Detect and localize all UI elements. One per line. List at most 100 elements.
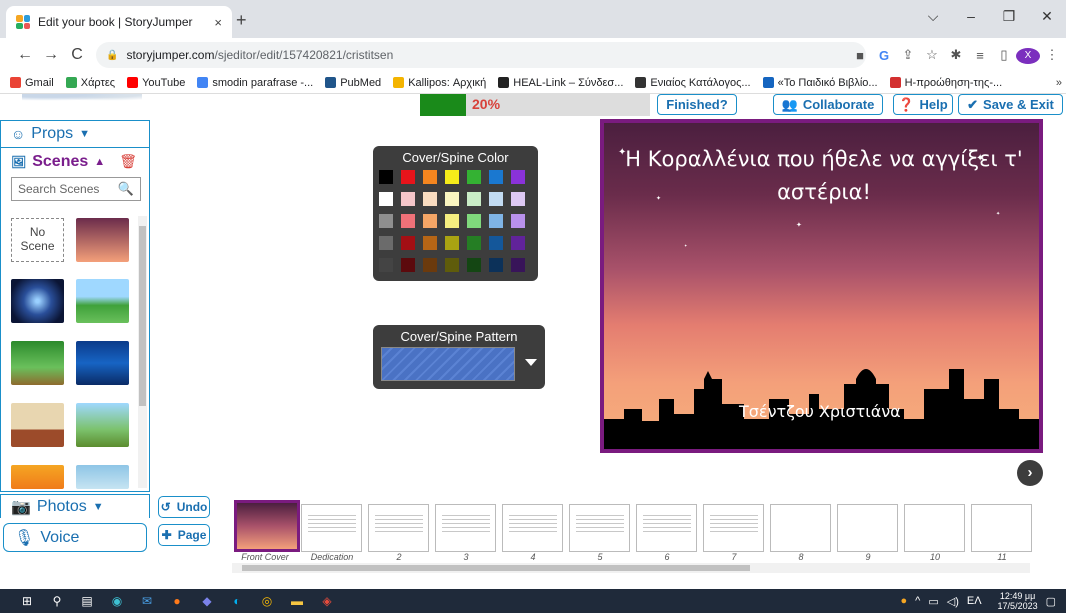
- photos-header[interactable]: 📷 Photos ▼: [0, 494, 150, 518]
- color-swatch[interactable]: [379, 236, 393, 250]
- bookmark-item[interactable]: «Το Παιδικό Βιβλίο...: [762, 77, 878, 89]
- scene-thumb-underwater[interactable]: [76, 341, 129, 385]
- page-thumb[interactable]: [770, 504, 831, 552]
- color-swatch[interactable]: [489, 236, 503, 250]
- bookmark-item[interactable]: HEAL-Link – Σύνδεσ...: [498, 77, 623, 89]
- share-icon[interactable]: ⇪: [896, 47, 920, 63]
- scenes-header[interactable]: 🖼 Scenes ▲ 🗑: [1, 147, 149, 175]
- add-page-button[interactable]: ✚ Page: [158, 524, 210, 546]
- network-icon[interactable]: ▭: [928, 595, 938, 608]
- color-swatch[interactable]: [401, 214, 415, 228]
- bookmark-item[interactable]: Χάρτες: [65, 77, 115, 89]
- tab-search-icon[interactable]: ⌵: [914, 8, 952, 25]
- color-swatch[interactable]: [511, 192, 525, 206]
- url-field[interactable]: 🔒 storyjumper.com/sjeditor/edit/15742082…: [96, 42, 866, 68]
- new-tab-button[interactable]: +: [236, 10, 247, 31]
- undo-button[interactable]: ↺ Undo: [158, 496, 210, 518]
- teams-icon[interactable]: ◆: [192, 594, 222, 608]
- windows-start-icon[interactable]: ⊞: [12, 594, 42, 608]
- page-thumb[interactable]: [569, 504, 630, 552]
- color-swatch[interactable]: [489, 192, 503, 206]
- tab-close-icon[interactable]: ×: [214, 15, 222, 30]
- page-thumb[interactable]: [502, 504, 563, 552]
- collaborate-button[interactable]: 👥 Collaborate: [773, 94, 883, 115]
- filmstrip-scrollbar[interactable]: [232, 563, 1030, 573]
- color-swatch[interactable]: [467, 236, 481, 250]
- cover-title[interactable]: Η Κοραλλένια που ήθελε να αγγίξει τ' αστ…: [614, 143, 1034, 209]
- help-button[interactable]: ❓ Help: [893, 94, 953, 115]
- color-swatch[interactable]: [511, 258, 525, 272]
- page-thumb[interactable]: [971, 504, 1032, 552]
- scene-thumb-sunset[interactable]: [76, 218, 129, 262]
- scene-thumb-waterfall[interactable]: [76, 465, 129, 489]
- color-swatch[interactable]: [467, 258, 481, 272]
- skype-icon[interactable]: ◐: [222, 594, 252, 608]
- color-swatch[interactable]: [467, 214, 481, 228]
- file-explorer-icon[interactable]: ▬: [282, 594, 312, 608]
- color-swatch[interactable]: [511, 214, 525, 228]
- scene-thumb-room[interactable]: [11, 403, 64, 447]
- color-swatch[interactable]: [489, 214, 503, 228]
- color-swatch[interactable]: [423, 170, 437, 184]
- bookmark-item[interactable]: Gmail: [10, 77, 54, 89]
- page-thumb[interactable]: [636, 504, 697, 552]
- search-icon[interactable]: ⚲: [42, 594, 72, 608]
- color-swatch[interactable]: [401, 236, 415, 250]
- scenes-scrollbar[interactable]: [138, 216, 147, 488]
- close-window-button[interactable]: ✕: [1028, 8, 1066, 25]
- page-thumb-front-cover[interactable]: [234, 500, 300, 552]
- language-indicator[interactable]: ΕΛ: [967, 595, 982, 607]
- color-swatch[interactable]: [445, 236, 459, 250]
- extensions-icon[interactable]: ✱: [944, 47, 968, 63]
- bookmark-item[interactable]: smodin parafrase -...: [197, 77, 313, 89]
- weather-icon[interactable]: ●: [901, 595, 908, 607]
- finished-button[interactable]: Finished?: [657, 94, 737, 115]
- bookmark-item[interactable]: Ενιαίος Κατάλογος...: [635, 77, 751, 89]
- color-swatch[interactable]: [467, 170, 481, 184]
- bookmark-item[interactable]: Η-προώθηση-της-...: [889, 77, 1002, 89]
- bookmark-item[interactable]: PubMed: [325, 77, 381, 89]
- color-swatch[interactable]: [445, 214, 459, 228]
- scene-thumb-galaxy[interactable]: [11, 279, 64, 323]
- google-icon[interactable]: G: [872, 48, 896, 63]
- cover-author[interactable]: Τσέντζου Χριστιάνα: [739, 402, 901, 421]
- firefox-icon[interactable]: ●: [162, 594, 192, 608]
- color-swatch[interactable]: [511, 170, 525, 184]
- side-panel-icon[interactable]: ▯: [992, 47, 1016, 63]
- color-swatch[interactable]: [511, 236, 525, 250]
- color-swatch[interactable]: [401, 258, 415, 272]
- camera-icon[interactable]: ■: [848, 48, 872, 63]
- reload-button[interactable]: C: [64, 46, 90, 64]
- color-swatch[interactable]: [445, 258, 459, 272]
- browser-tab[interactable]: Edit your book | StoryJumper ×: [6, 6, 232, 38]
- notifications-icon[interactable]: ▢: [1046, 595, 1056, 608]
- color-swatch[interactable]: [467, 192, 481, 206]
- color-swatch[interactable]: [401, 170, 415, 184]
- scene-thumb-trees[interactable]: [76, 403, 129, 447]
- edge-icon[interactable]: ◉: [102, 594, 132, 608]
- scene-search-input[interactable]: Search Scenes 🔍: [11, 177, 141, 201]
- bookmarks-more-button[interactable]: »: [1056, 72, 1062, 94]
- menu-icon[interactable]: ⋮: [1040, 47, 1064, 63]
- color-swatch[interactable]: [379, 258, 393, 272]
- color-swatch[interactable]: [445, 192, 459, 206]
- profile-avatar[interactable]: X: [1016, 46, 1040, 64]
- bookmark-item[interactable]: Kallipos: Αρχική: [393, 77, 486, 89]
- search-icon[interactable]: 🔍: [118, 181, 134, 197]
- color-swatch[interactable]: [423, 192, 437, 206]
- voice-button[interactable]: 🎙 Voice: [3, 523, 147, 552]
- page-thumb[interactable]: [368, 504, 429, 552]
- forward-button[interactable]: →: [38, 46, 64, 64]
- minimize-button[interactable]: –: [952, 8, 990, 24]
- bookmark-item[interactable]: YouTube: [127, 77, 185, 89]
- mail-icon[interactable]: ✉: [132, 594, 162, 608]
- color-swatch[interactable]: [489, 170, 503, 184]
- scene-thumb-village[interactable]: [76, 279, 129, 323]
- props-header[interactable]: ☺ Props ▼: [11, 125, 90, 143]
- color-swatch[interactable]: [401, 192, 415, 206]
- page-thumb[interactable]: [435, 504, 496, 552]
- pattern-preview[interactable]: [381, 347, 515, 381]
- bookmark-star-icon[interactable]: ☆: [920, 47, 944, 63]
- color-swatch[interactable]: [423, 236, 437, 250]
- chevron-down-icon[interactable]: [525, 359, 537, 366]
